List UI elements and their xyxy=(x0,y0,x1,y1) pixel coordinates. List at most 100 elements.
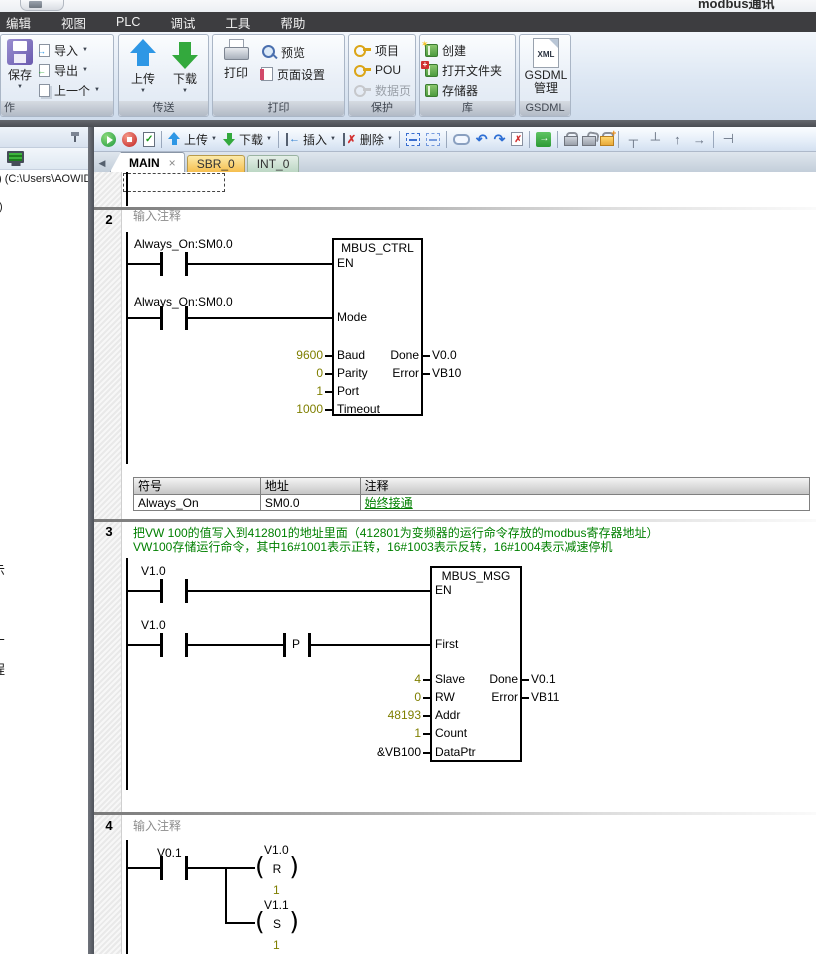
monitor-icon[interactable] xyxy=(7,151,24,163)
ladder-label[interactable]: 1 xyxy=(273,939,280,952)
library-create-button[interactable]: 创建 xyxy=(425,41,466,59)
wizard-button[interactable] xyxy=(403,128,423,150)
page-setup-button[interactable]: 页面设置 xyxy=(261,65,325,83)
download-button[interactable]: 下载▼ xyxy=(166,39,204,94)
ladder-value[interactable]: Error xyxy=(329,367,419,380)
symbol-cell[interactable]: Always_On xyxy=(134,494,261,511)
tab-int_0[interactable]: INT_0 xyxy=(247,155,300,172)
insert-button[interactable]: 插入▼ xyxy=(282,128,339,150)
undo-button[interactable]: ↶ xyxy=(473,128,491,150)
ladder-value[interactable]: Error xyxy=(428,691,518,704)
ladder-label[interactable]: 输入注释 xyxy=(133,820,181,833)
save-button[interactable]: 保存▼ xyxy=(1,39,39,90)
clear-page-button[interactable] xyxy=(508,128,526,150)
menu-item-3[interactable]: PLC xyxy=(116,15,140,29)
ladder-label[interactable]: V0.0 xyxy=(432,349,457,362)
print-button[interactable]: 打印 xyxy=(217,39,255,81)
ladder-label[interactable]: P xyxy=(292,638,300,651)
tab-close-icon[interactable]: × xyxy=(169,156,176,170)
contact-bar[interactable] xyxy=(283,633,286,657)
lock-add-button[interactable]: + xyxy=(597,128,615,150)
contact-bar[interactable] xyxy=(160,633,163,657)
contact-bar[interactable] xyxy=(160,579,163,603)
ladder-label[interactable]: Mode xyxy=(337,311,367,324)
import-button[interactable]: 导入▼ xyxy=(39,41,88,59)
comment-cell[interactable]: 始终接通 xyxy=(361,494,810,511)
wire-vertical-button[interactable]: ↑ xyxy=(666,128,688,150)
coil[interactable]: (S) xyxy=(255,910,299,936)
previous-button[interactable]: 上一个▼ xyxy=(39,81,100,99)
menu-item-5[interactable]: 工具 xyxy=(225,13,250,32)
ladder-value[interactable]: &VB100 xyxy=(331,746,421,759)
ladder-value[interactable]: 1 xyxy=(331,727,421,740)
lock-button[interactable] xyxy=(561,128,579,150)
menu-item-6[interactable]: 帮助 xyxy=(280,13,305,32)
wire-end-button[interactable]: ⊣ xyxy=(717,128,739,150)
address-header-cell[interactable]: 地址 xyxy=(261,477,361,494)
wire-up-button[interactable]: ┴ xyxy=(644,128,666,150)
wizard-alt-button[interactable] xyxy=(423,128,443,150)
unlock-button[interactable] xyxy=(579,128,597,150)
compile-button[interactable] xyxy=(140,128,158,150)
address-cell[interactable]: SM0.0 xyxy=(261,494,361,511)
library-memory-button[interactable]: 存储器 xyxy=(425,81,478,99)
quick-access-toolbar[interactable] xyxy=(20,0,64,11)
preview-button[interactable]: 预览 xyxy=(261,43,305,61)
ladder-label[interactable]: Always_On:SM0.0 xyxy=(134,238,233,251)
menu-item-2[interactable]: 视图 xyxy=(61,13,86,32)
ladder-value[interactable]: 9600 xyxy=(233,349,323,362)
ladder-label[interactable]: EN xyxy=(435,584,452,597)
wire-down-button[interactable]: ┬ xyxy=(622,128,644,150)
protect-project-button[interactable]: 项目 xyxy=(354,41,399,59)
library-open-folder-button[interactable]: 打开文件夹 xyxy=(425,61,502,79)
tab-sbr_0[interactable]: SBR_0 xyxy=(187,155,245,172)
ladder-label[interactable]: 把VW 100的值写入到412801的地址里面（412801为变频器的运行命令存… xyxy=(133,527,658,540)
tab-main[interactable]: MAIN× xyxy=(110,152,185,172)
tab-scroll-left-button[interactable]: ◀ xyxy=(94,155,110,171)
ladder-value[interactable]: 48193 xyxy=(331,709,421,722)
symbol-header-cell[interactable]: 符号 xyxy=(134,477,261,494)
coil[interactable]: (R) xyxy=(255,855,299,881)
contact-bar[interactable] xyxy=(160,306,163,330)
comment-header-cell[interactable]: 注释 xyxy=(361,477,810,494)
export-button[interactable]: 导出▼ xyxy=(39,61,88,79)
ladder-value[interactable]: 4 xyxy=(331,673,421,686)
delete-button[interactable]: 删除▼ xyxy=(339,128,396,150)
gsdml-manage-button[interactable]: GSDML管理 xyxy=(527,38,565,95)
ladder-label[interactable]: V0.1 xyxy=(531,673,556,686)
run-button[interactable] xyxy=(98,128,119,150)
ladder-label[interactable]: EN xyxy=(337,257,354,270)
contact-bar[interactable] xyxy=(160,252,163,276)
menu-item-1[interactable]: 编辑 xyxy=(6,13,31,32)
upload-toolbar-button[interactable]: 上传▼ xyxy=(165,128,220,150)
ladder-value[interactable]: 0 xyxy=(331,691,421,704)
download-toolbar-button[interactable]: 下载▼ xyxy=(220,128,275,150)
ladder-label[interactable]: V1.1 xyxy=(264,899,289,912)
pin-icon[interactable] xyxy=(70,132,80,142)
ladder-value[interactable]: 1000 xyxy=(233,403,323,416)
ladder-label[interactable]: Addr xyxy=(435,709,460,722)
ladder-value[interactable]: Done xyxy=(428,673,518,686)
stop-button[interactable] xyxy=(119,128,140,150)
ladder-label[interactable]: V1.0 xyxy=(141,565,166,578)
ladder-value[interactable]: Done xyxy=(329,349,419,362)
ladder-value[interactable]: 1 xyxy=(233,385,323,398)
contact-bar[interactable] xyxy=(160,856,163,880)
redo-button[interactable]: ↷ xyxy=(491,128,509,150)
ladder-label[interactable]: DataPtr xyxy=(435,746,476,759)
go-to-button[interactable] xyxy=(533,128,554,150)
ladder-label[interactable]: First xyxy=(435,638,458,651)
symbol-table-row[interactable]: Always_On SM0.0 始终接通 xyxy=(134,494,810,511)
upload-button[interactable]: 上传▼ xyxy=(124,39,162,94)
ladder-label[interactable]: 1 xyxy=(273,884,280,897)
comment-box-button[interactable] xyxy=(450,128,473,150)
project-tree[interactable]: ) (C:\Users\AOWID ) 示 丁 程 xyxy=(0,170,88,950)
ladder-label[interactable]: VW100存储运行命令，其中16#1001表示正转，16#1003表示反转，16… xyxy=(133,541,613,554)
ladder-label[interactable]: VB10 xyxy=(432,367,461,380)
ladder-editor[interactable]: 2输入注释Always_On:SM0.0Always_On:SM0.0MBUS_… xyxy=(94,172,816,954)
ladder-label[interactable]: Timeout xyxy=(337,403,380,416)
wire-right-button[interactable]: → xyxy=(688,128,710,150)
menu-item-4[interactable]: 调试 xyxy=(170,13,195,32)
ladder-label[interactable]: Port xyxy=(337,385,359,398)
ladder-label[interactable]: Always_On:SM0.0 xyxy=(134,296,233,309)
